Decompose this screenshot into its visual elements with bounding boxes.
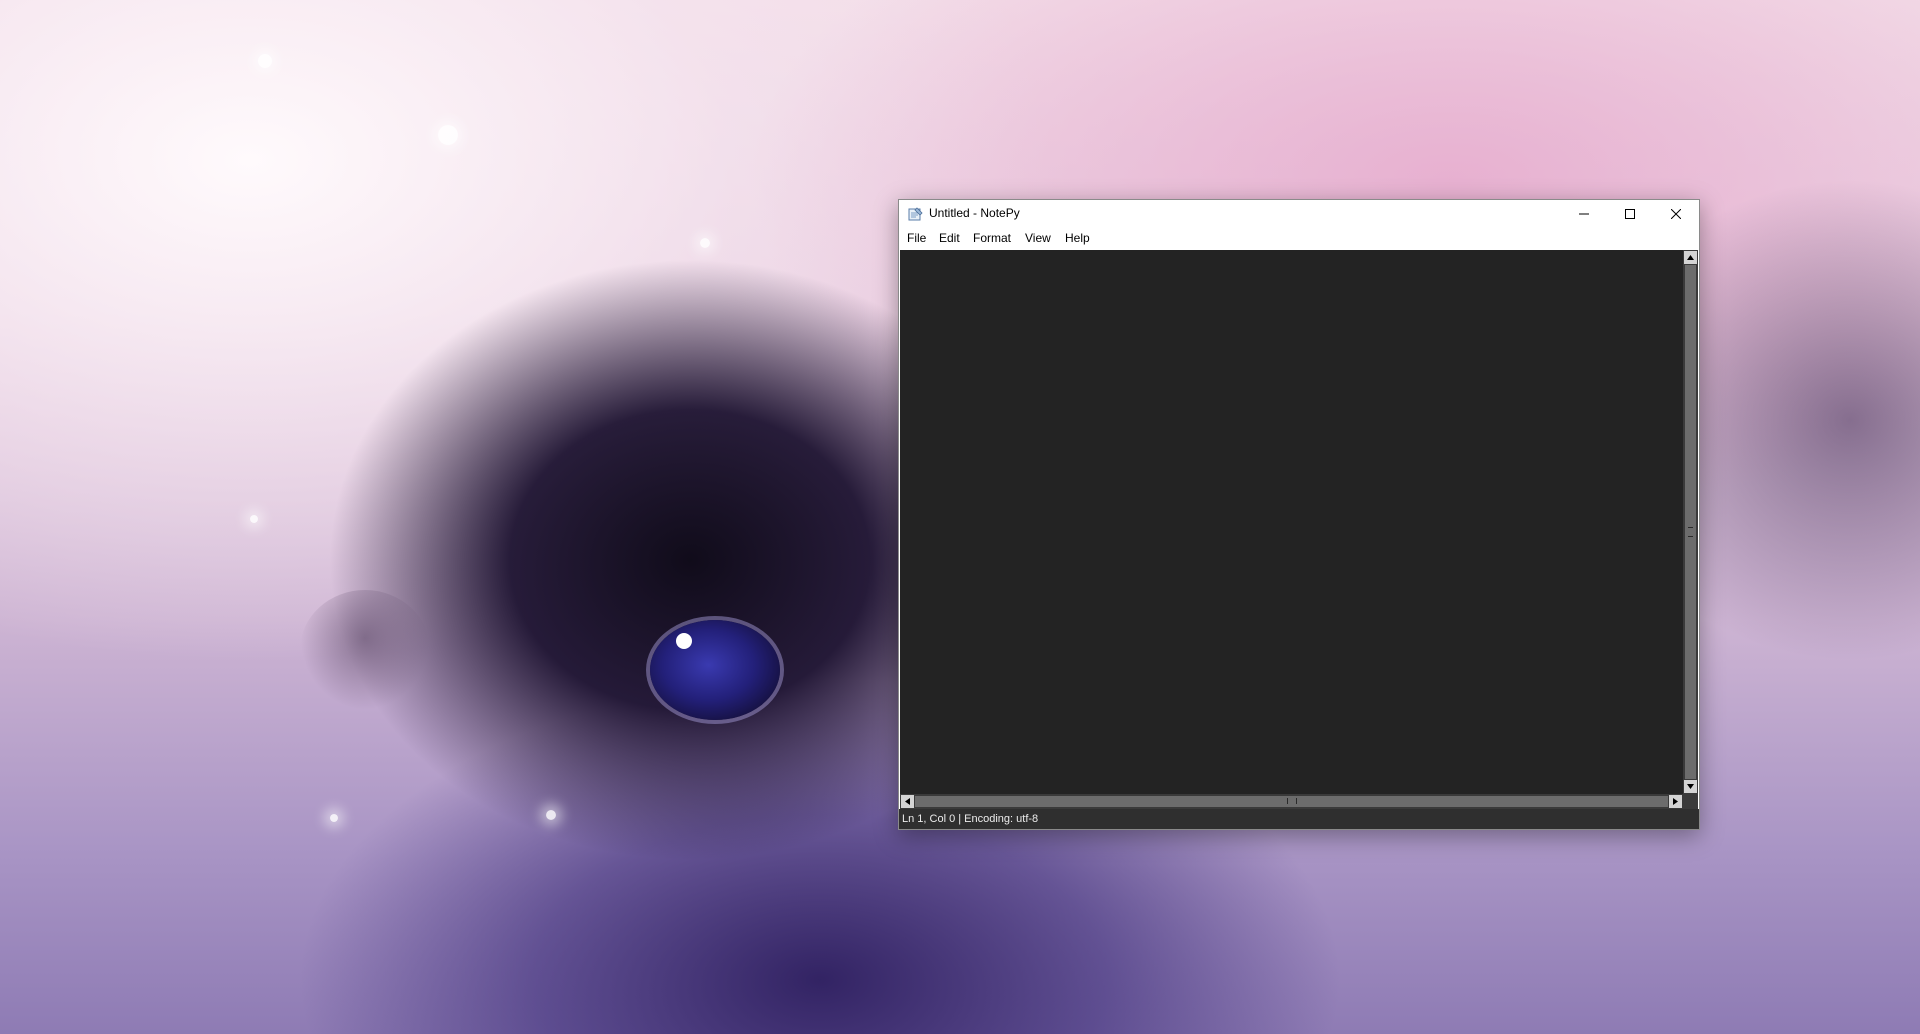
wallpaper-sparkle (438, 125, 458, 145)
minimize-button[interactable] (1561, 200, 1607, 228)
menu-bar: File Edit Format View Help (899, 228, 1699, 250)
grip-icon (1688, 527, 1693, 537)
scrollbar-corner (1683, 794, 1698, 809)
scroll-right-button[interactable] (1669, 795, 1682, 808)
notepad-icon (908, 207, 923, 221)
horizontal-scrollbar[interactable] (900, 794, 1683, 809)
wallpaper-sparkle (700, 238, 710, 248)
title-bar[interactable]: Untitled - NotePy (899, 200, 1699, 228)
menu-file[interactable]: File (905, 231, 928, 245)
close-icon (1671, 209, 1681, 219)
scroll-up-button[interactable] (1684, 251, 1697, 264)
wallpaper-sparkle (546, 810, 556, 820)
scroll-left-button[interactable] (901, 795, 914, 808)
wallpaper-heart (300, 590, 430, 710)
maximize-icon (1625, 209, 1635, 219)
arrow-up-icon (1687, 255, 1694, 260)
text-editor[interactable] (900, 250, 1683, 794)
wallpaper-eye-glint (676, 633, 692, 649)
minimize-icon (1579, 213, 1589, 215)
arrow-left-icon (905, 798, 910, 805)
status-bar: Ln 1, Col 0 | Encoding: utf-8 (899, 809, 1699, 829)
wallpaper-sparkle (250, 515, 258, 523)
vertical-scroll-thumb[interactable] (1685, 265, 1696, 779)
wallpaper-sparkle (258, 54, 272, 68)
wallpaper-sparkle (330, 814, 338, 822)
grip-icon (1287, 798, 1297, 804)
menu-format[interactable]: Format (971, 231, 1013, 245)
vertical-scrollbar[interactable] (1683, 250, 1698, 794)
scroll-down-button[interactable] (1684, 780, 1697, 793)
menu-view[interactable]: View (1023, 231, 1053, 245)
notepy-window[interactable]: Untitled - NotePy File Edit Format View … (898, 199, 1700, 830)
window-title: Untitled - NotePy (929, 206, 1020, 220)
horizontal-scroll-thumb[interactable] (915, 796, 1668, 807)
maximize-button[interactable] (1607, 200, 1653, 228)
arrow-right-icon (1673, 798, 1678, 805)
menu-edit[interactable]: Edit (937, 231, 962, 245)
close-button[interactable] (1653, 200, 1699, 228)
wallpaper-kitten-eye (650, 620, 780, 720)
menu-help[interactable]: Help (1063, 231, 1092, 245)
arrow-down-icon (1687, 784, 1694, 789)
